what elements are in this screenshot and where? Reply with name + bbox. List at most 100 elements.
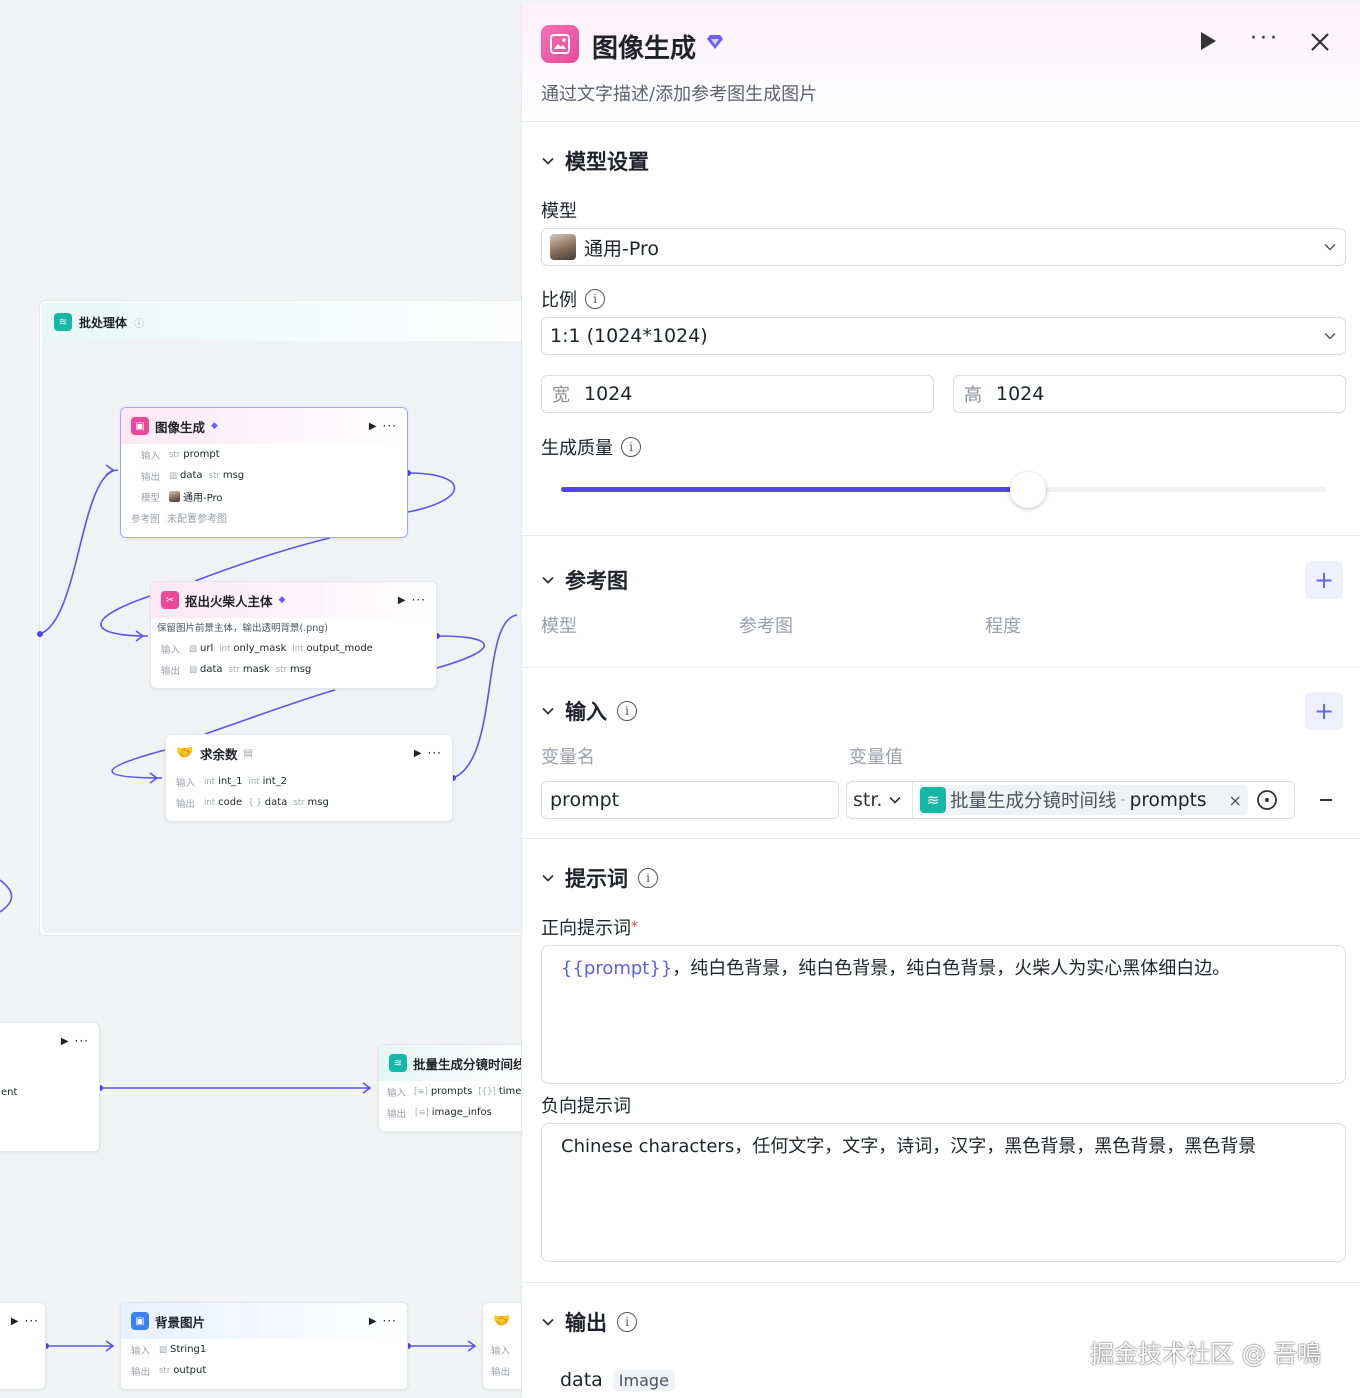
section-header[interactable]: 模型设置 [541,146,649,176]
play-icon[interactable]: ▶ [369,421,377,432]
model-name: 通用-Pro [183,493,223,504]
more-icon[interactable]: ··· [1250,26,1280,51]
prompt-variable: {{prompt}} [561,958,673,979]
model-avatar [169,491,180,502]
node-partial-left[interactable]: ▶ ··· ent [0,1022,100,1152]
param-name: only_mask [233,643,287,654]
panel-header: 图像生成 ··· 通过文字描述/添加参考图生成图片 [522,4,1360,122]
info-icon[interactable]: i [617,701,637,721]
play-icon[interactable]: ▶ [369,1316,377,1327]
play-icon[interactable] [1198,30,1218,52]
image-type-icon: ▨ [159,1344,168,1355]
wire [436,635,486,669]
type-tag: str [228,664,240,675]
param-name: msg [222,470,245,481]
chevron-down-icon[interactable] [541,1315,555,1329]
quality-slider[interactable] [561,472,1326,508]
slider-thumb[interactable] [1009,472,1046,508]
more-icon[interactable]: ··· [25,1314,39,1328]
section-title: 输出 [565,1311,607,1335]
output-label: 输出 [387,1108,407,1120]
model-select[interactable]: 通用-Pro [541,228,1346,266]
node-partial-bottom-left[interactable]: ▶ ··· [0,1302,46,1390]
close-icon[interactable] [1310,32,1330,52]
ratio-select[interactable]: 1:1 (1024*1024) [541,317,1346,355]
node-header[interactable]: ▣ 背景图片 ▶ ··· [121,1303,407,1339]
chevron-down-icon[interactable] [541,573,555,587]
node-batch-timeline[interactable]: ≋ 批量生成分镜时间线 输入 [≡] prompts [{}] timeli 输出 … [378,1044,528,1132]
play-icon[interactable]: ▶ [414,748,422,759]
target-icon[interactable] [1256,789,1278,811]
more-icon[interactable]: ··· [383,419,397,433]
section-title: 模型设置 [565,150,649,174]
x-icon[interactable]: × [1229,791,1242,810]
node-header[interactable]: 🤝 求余数 ▤ ▶ ··· [166,735,452,771]
play-icon[interactable]: ▶ [61,1036,69,1047]
wire [204,689,336,735]
chevron-down-icon[interactable] [541,154,555,168]
play-icon[interactable]: ▶ [398,595,406,606]
info-icon[interactable]: i [621,437,641,457]
port-dot[interactable] [37,631,43,637]
handshake-icon: 🤝 [176,745,194,761]
section-header[interactable]: 输入 i [541,696,637,726]
node-modulo[interactable]: 🤝 求余数 ▤ ▶ ··· 输入 int int_1 int int_2 输出 in… [165,734,453,822]
wire [452,614,518,779]
info-icon[interactable]: i [585,289,605,309]
section-title: 提示词 [565,867,628,891]
param-name: output_mode [306,643,373,654]
section-header[interactable]: 提示词 i [541,863,658,893]
node-config-panel: 图像生成 ··· 通过文字描述/添加参考图生成图片 模型设置 模型 通用-Pro… [521,4,1360,1398]
minus-icon[interactable] [1318,793,1334,807]
info-icon[interactable]: i [638,868,658,888]
gem-icon: ◆ [278,595,286,605]
reference-section: 参考图 + 模型 参考图 程度 [522,536,1360,668]
column-header: 变量名 [541,747,595,768]
negative-prompt-label: 负向提示词 [541,1096,631,1117]
type-tag: int [204,797,216,808]
type-select[interactable]: str. [847,782,913,818]
play-icon[interactable]: ▶ [11,1316,19,1327]
node-header[interactable]: ▣ 图像生成 ◆ ▶ ··· [121,408,407,444]
node-cutout-subject[interactable]: ✂ 抠出火柴人主体 ◆ ▶ ··· 保留图片前景主体，输出透明背景(.png) … [150,581,437,689]
quality-label-text: 生成质量 [541,438,613,459]
add-input-button[interactable]: + [1305,692,1343,730]
chevron-down-icon [1324,243,1336,251]
variable-name-input[interactable]: prompt [541,781,839,819]
node-image-generation[interactable]: ▣ 图像生成 ◆ ▶ ··· 输入 str prompt 输出 ▨ data str… [120,407,408,538]
negative-prompt-text: Chinese characters，任何文字，文字，诗词，汉字，黑色背景，黑色… [561,1136,1257,1157]
more-icon[interactable]: ··· [75,1034,89,1048]
negative-prompt-textarea[interactable]: Chinese characters，任何文字，文字，诗词，汉字，黑色背景，黑色… [541,1123,1346,1262]
node-header[interactable]: ≋ 批量生成分镜时间线 [379,1045,527,1081]
reference-chip[interactable]: ≋ 批量生成分镜时间线 - prompts × [918,785,1248,815]
add-reference-button[interactable]: + [1305,561,1343,599]
positive-prompt-label: 正向提示词 * [541,914,638,940]
node-header[interactable]: ✂ 抠出火柴人主体 ◆ ▶ ··· [151,582,436,618]
tag-icon: ▤ [243,747,253,759]
chevron-down-icon[interactable] [541,704,555,718]
section-header[interactable]: 输出 i [541,1307,637,1337]
image-icon: ▣ [131,1312,149,1330]
param-name: msg [307,797,329,808]
width-input[interactable]: 宽 1024 [541,375,934,413]
positive-prompt-textarea[interactable]: {{prompt}}，纯白色背景，纯白色背景，纯白色背景，火柴人为实心黑体细白边… [541,945,1346,1084]
wire [194,537,331,582]
type-tag: int [204,776,216,787]
chevron-down-icon[interactable] [541,871,555,885]
type-tag: str [293,797,305,808]
section-header[interactable]: 参考图 [541,565,628,595]
node-header[interactable]: ▶ ··· [0,1023,99,1059]
node-header[interactable]: ▶ ··· [0,1303,45,1339]
variable-value-field[interactable]: str. ≋ 批量生成分镜时间线 - prompts × [846,781,1295,819]
input-section: 输入 i + 变量名 变量值 prompt str. ≋ 批量生成分镜时间线 -… [522,668,1360,839]
quality-label: 生成质量 i [541,434,641,460]
height-input[interactable]: 高 1024 [953,375,1346,413]
more-icon[interactable]: ··· [383,1314,397,1328]
more-icon[interactable]: ··· [412,593,426,607]
param-name: code [218,797,243,808]
node-background-image[interactable]: ▣ 背景图片 ▶ ··· 输入 ▨ String1 输出 str output [120,1302,408,1390]
info-icon[interactable]: i [617,1312,637,1332]
more-icon[interactable]: ··· [428,746,442,760]
output-label: 输出 [176,798,196,810]
param-name: mask [242,664,270,675]
